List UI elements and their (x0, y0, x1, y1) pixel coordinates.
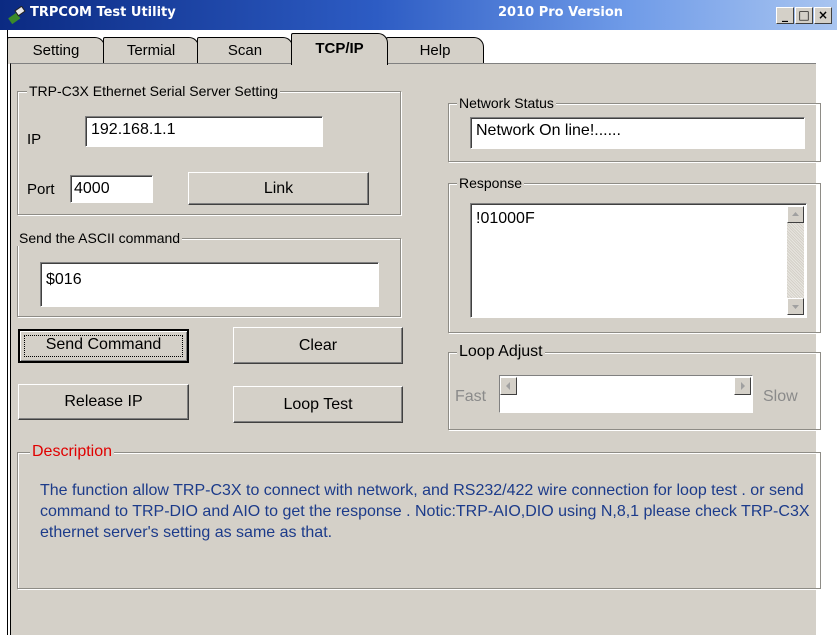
maximize-icon: □ (798, 8, 810, 22)
clear-button[interactable]: Clear (233, 327, 403, 364)
server-setting-legend: TRP-C3X Ethernet Serial Server Setting (27, 83, 280, 99)
ip-input[interactable]: 192.168.1.1 (85, 116, 323, 147)
slider-left-button[interactable] (500, 377, 517, 395)
loop-adjust-legend: Loop Adjust (457, 343, 545, 361)
left-frame (0, 30, 8, 635)
minimize-button[interactable]: _ (776, 7, 794, 24)
loop-adjust-slider[interactable] (499, 375, 753, 413)
release-ip-button[interactable]: Release IP (18, 384, 189, 420)
send-command-label: Send Command (45, 336, 162, 353)
arrow-left-icon (506, 382, 510, 390)
description-legend: Description (30, 443, 115, 461)
description-text: The function allow TRP-C3X to connect wi… (40, 482, 810, 541)
tab-help[interactable]: Help (386, 37, 484, 64)
arrow-right-icon (741, 382, 745, 390)
scroll-up-icon (792, 212, 799, 216)
slow-label: Slow (763, 388, 798, 405)
tab-tcp-ip[interactable]: TCP/IP (291, 33, 388, 65)
minimize-icon: _ (782, 8, 788, 22)
response-text: !01000F (476, 210, 535, 227)
network-status-field: Network On line!...... (470, 117, 805, 149)
scroll-up-button[interactable] (787, 206, 804, 223)
close-icon: × (817, 8, 829, 22)
close-button[interactable]: × (814, 7, 832, 24)
ascii-command-input[interactable]: $016 (40, 262, 379, 307)
slider-right-button[interactable] (734, 377, 751, 395)
tab-setting[interactable]: Setting (7, 37, 105, 64)
tab-scan[interactable]: Scan (197, 37, 293, 64)
port-input[interactable]: 4000 (70, 175, 153, 203)
tab-termial[interactable]: Termial (103, 37, 199, 64)
window-version: 2010 Pro Version (498, 5, 624, 20)
response-textarea[interactable]: !01000F (470, 203, 807, 318)
network-status-legend: Network Status (457, 95, 556, 111)
fast-label: Fast (455, 388, 487, 405)
maximize-button[interactable]: □ (795, 7, 813, 24)
scroll-down-icon (792, 305, 799, 309)
send-command-button[interactable]: Send Command (18, 329, 189, 363)
link-button[interactable]: Link (188, 172, 369, 205)
window-title: TRPCOM Test Utility (30, 5, 176, 20)
ascii-command-legend: Send the ASCII command (17, 230, 183, 246)
scroll-down-button[interactable] (787, 298, 804, 315)
app-icon (8, 6, 26, 24)
response-legend: Response (457, 175, 525, 191)
ip-label: IP (27, 131, 42, 148)
port-label: Port (27, 181, 55, 198)
loop-test-button[interactable]: Loop Test (233, 386, 403, 423)
